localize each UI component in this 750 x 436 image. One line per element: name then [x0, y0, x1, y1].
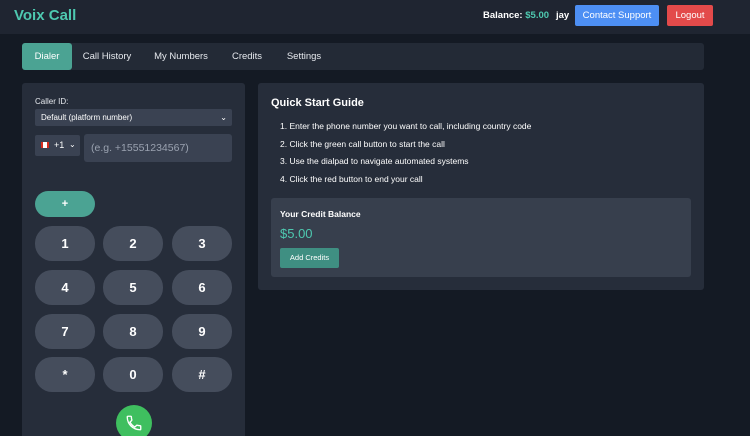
dialer-panel: Caller ID: Default (platform number) ⌄ +… [22, 83, 245, 436]
country-code-select[interactable]: +1 ⌄ [35, 135, 80, 156]
dialpad-key-7[interactable]: 7 [35, 314, 95, 349]
dialpad-key-2[interactable]: 2 [103, 226, 163, 261]
guide-step: 1. Enter the phone number you want to ca… [280, 121, 532, 131]
tab-dialer[interactable]: Dialer [22, 43, 72, 70]
add-credits-button[interactable]: Add Credits [280, 248, 339, 268]
guide-step: 4. Click the red button to end your call [280, 173, 423, 184]
canada-flag-icon [41, 142, 49, 148]
tab-settings[interactable]: Settings [274, 43, 334, 70]
balance-display: Balance: $5.00 [483, 10, 549, 21]
credit-balance-title: Your Credit Balance [280, 209, 361, 219]
dialpad-key-3[interactable]: 3 [172, 226, 232, 261]
phone-icon [126, 415, 142, 431]
username: jay [556, 10, 570, 21]
caller-id-label: Caller ID: [35, 97, 69, 106]
balance-label: Balance: [483, 10, 523, 21]
chevron-down-icon: ⌄ [220, 113, 227, 122]
guide-step: 3. Use the dialpad to navigate automated… [280, 156, 469, 166]
dialpad-key-4[interactable]: 4 [35, 270, 95, 305]
caller-id-select[interactable]: Default (platform number) ⌄ [35, 109, 232, 126]
caller-id-value: Default (platform number) [41, 113, 133, 122]
contact-support-button[interactable]: Contact Support [575, 5, 659, 26]
logout-button[interactable]: Logout [667, 5, 713, 26]
tab-my-numbers[interactable]: My Numbers [142, 43, 220, 70]
dialpad-key-9[interactable]: 9 [172, 314, 232, 349]
phone-number-input[interactable] [84, 134, 232, 162]
tab-bar: Dialer Call History My Numbers Credits S… [22, 43, 704, 70]
guide-title: Quick Start Guide [271, 97, 364, 109]
quick-start-panel: Quick Start Guide 1. Enter the phone num… [258, 83, 704, 290]
country-code: +1 [54, 140, 65, 150]
guide-steps: 1. Enter the phone number you want to ca… [280, 121, 531, 191]
plus-button[interactable]: + [35, 191, 95, 217]
credit-balance-amount: $5.00 [280, 226, 313, 241]
dialpad-key-6[interactable]: 6 [172, 270, 232, 305]
brand-logo[interactable]: Voix Call [14, 7, 76, 24]
chevron-down-icon: ⌄ [69, 140, 76, 149]
call-button[interactable] [116, 405, 152, 436]
top-header: Voix Call Balance: $5.00 jay Contact Sup… [0, 0, 750, 34]
dialpad-key-8[interactable]: 8 [103, 314, 163, 349]
dialpad-key-0[interactable]: 0 [103, 357, 163, 392]
dialpad-key-1[interactable]: 1 [35, 226, 95, 261]
credit-balance-card: Your Credit Balance $5.00 Add Credits [271, 198, 691, 277]
dialpad-key-hash[interactable]: # [172, 357, 232, 392]
tab-credits[interactable]: Credits [220, 43, 274, 70]
dialpad-key-5[interactable]: 5 [103, 270, 163, 305]
dialpad-key-star[interactable]: * [35, 357, 95, 392]
balance-value: $5.00 [525, 10, 550, 21]
guide-step: 2. Click the green call button to start … [280, 138, 445, 149]
tab-call-history[interactable]: Call History [72, 43, 142, 70]
